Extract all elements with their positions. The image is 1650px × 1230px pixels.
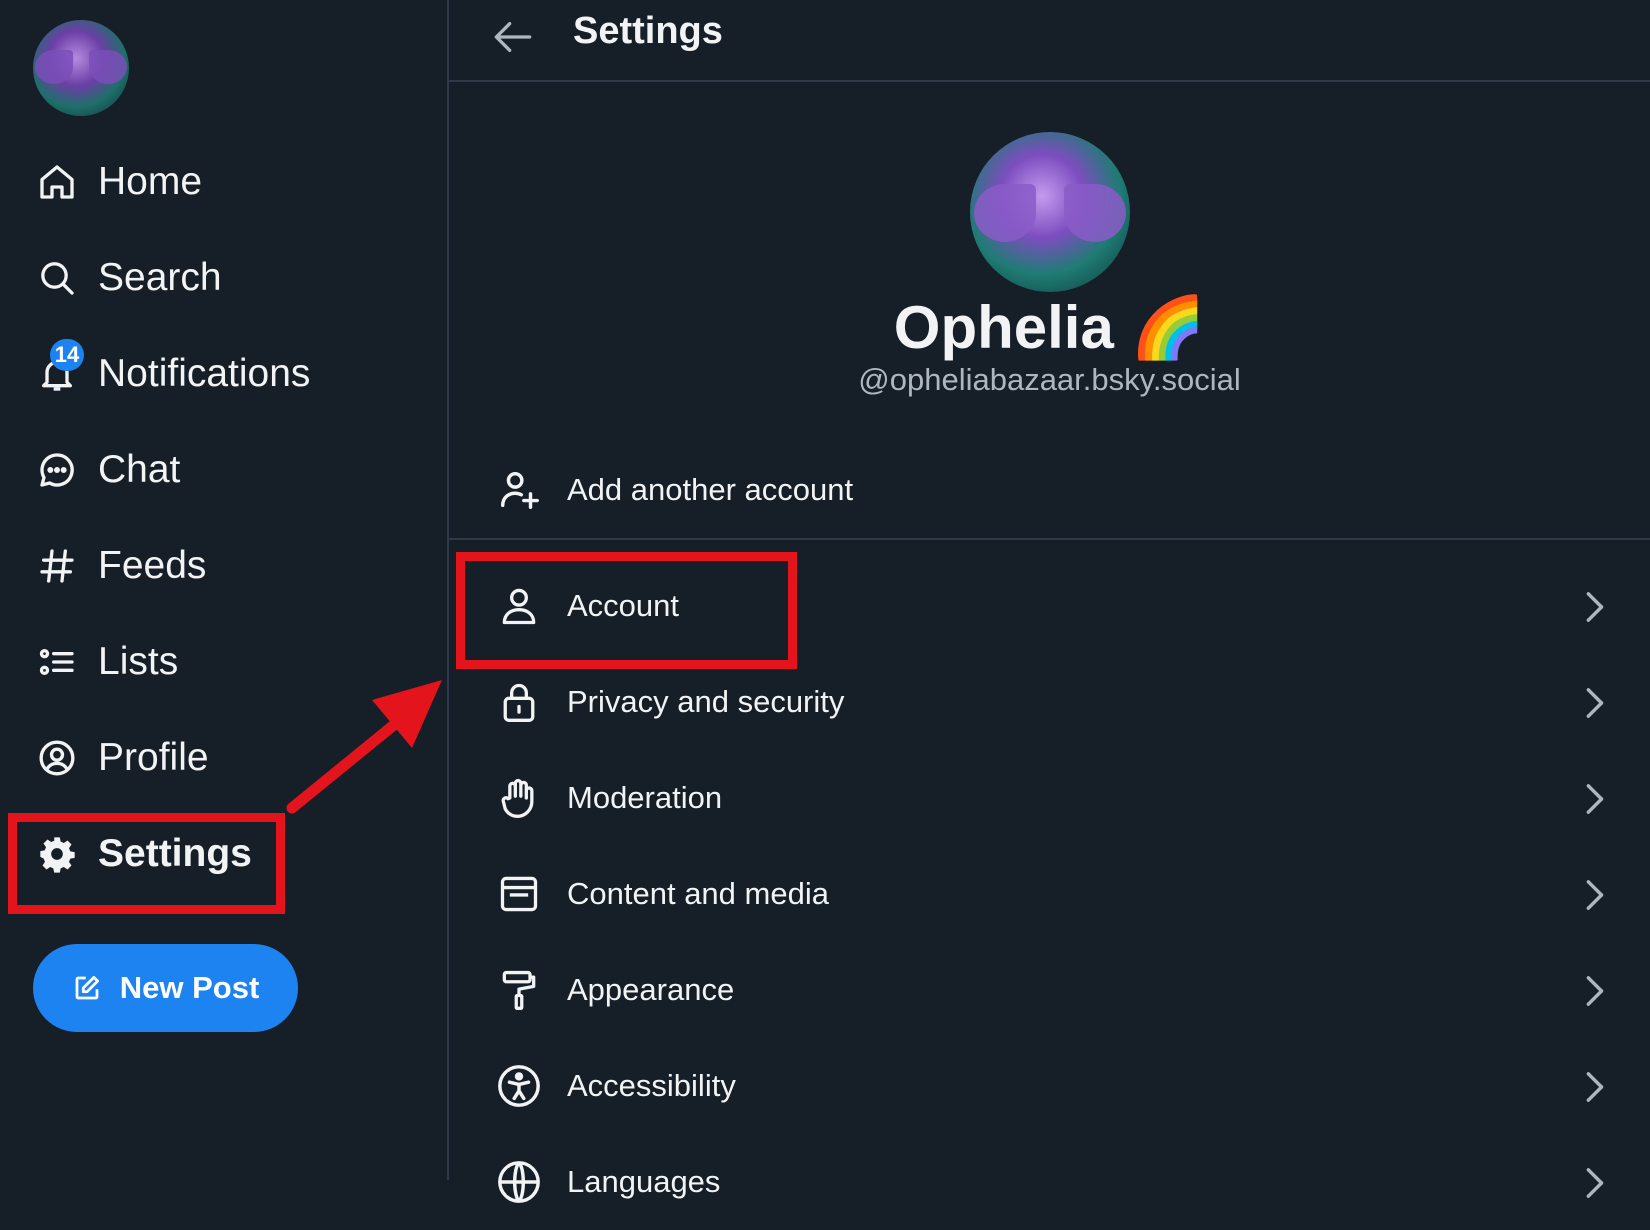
arrow-left-icon bbox=[494, 21, 532, 52]
nav-lists[interactable]: Lists bbox=[36, 632, 178, 692]
list-icon bbox=[36, 641, 78, 683]
globe-icon bbox=[493, 1156, 545, 1208]
chevron-right-icon bbox=[1586, 592, 1604, 622]
nav-search-label: Search bbox=[98, 256, 222, 299]
settings-item-appearance[interactable]: Appearance bbox=[449, 942, 1650, 1038]
edit-icon bbox=[75, 976, 99, 1000]
window-icon bbox=[493, 868, 545, 920]
new-post-button[interactable]: New Post bbox=[33, 944, 298, 1032]
user-avatar[interactable] bbox=[33, 20, 129, 116]
chevron-right-icon bbox=[1586, 1072, 1604, 1102]
settings-item-account[interactable]: Account bbox=[449, 558, 1650, 654]
add-account-button[interactable]: Add another account bbox=[449, 440, 1650, 540]
gear-icon bbox=[36, 833, 78, 875]
page-title: Settings bbox=[573, 10, 723, 52]
back-button[interactable] bbox=[493, 12, 553, 62]
search-icon bbox=[36, 257, 78, 299]
settings-item-content-media[interactable]: Content and media bbox=[449, 846, 1650, 942]
settings-item-privacy[interactable]: Privacy and security bbox=[449, 654, 1650, 750]
nav-home[interactable]: Home bbox=[36, 152, 202, 212]
chevron-right-icon bbox=[1586, 784, 1604, 814]
settings-item-accessibility[interactable]: Accessibility bbox=[449, 1038, 1650, 1134]
nav-search[interactable]: Search bbox=[36, 248, 222, 308]
person-icon bbox=[493, 580, 545, 632]
bell-icon: 14 bbox=[36, 339, 84, 395]
user-circle-icon bbox=[36, 737, 78, 779]
notification-badge: 14 bbox=[50, 339, 84, 371]
nav-feeds-label: Feeds bbox=[98, 544, 207, 587]
nav-notifications[interactable]: 14 Notifications bbox=[36, 339, 311, 404]
nav-settings-label: Settings bbox=[98, 832, 252, 875]
accessibility-icon bbox=[493, 1060, 545, 1112]
chevron-right-icon bbox=[1586, 880, 1604, 910]
home-icon bbox=[36, 161, 78, 203]
nav-lists-label: Lists bbox=[98, 640, 179, 683]
profile-avatar bbox=[970, 132, 1130, 292]
section-divider bbox=[449, 538, 1650, 540]
hash-icon bbox=[36, 545, 78, 587]
nav-notifications-label: Notifications bbox=[98, 352, 311, 395]
nav-feeds[interactable]: Feeds bbox=[36, 536, 206, 596]
profile-handle: @opheliabazaar.bsky.social bbox=[858, 362, 1241, 397]
paint-roller-icon bbox=[493, 964, 545, 1016]
settings-item-moderation[interactable]: Moderation bbox=[449, 750, 1650, 846]
new-post-label: New Post bbox=[119, 970, 260, 1005]
settings-item-label: Content and media bbox=[567, 876, 829, 911]
settings-item-label: Accessibility bbox=[567, 1068, 736, 1103]
chevron-right-icon bbox=[1586, 976, 1604, 1006]
chevron-right-icon bbox=[1586, 688, 1604, 718]
sidebar: Home Search 14 Notifications Chat Feeds … bbox=[0, 0, 447, 1180]
settings-item-label: Languages bbox=[567, 1164, 721, 1199]
profile-name: Ophelia 🌈 bbox=[893, 294, 1206, 361]
chevron-right-icon bbox=[1586, 1168, 1604, 1198]
settings-item-label: Moderation bbox=[567, 780, 723, 815]
chat-icon bbox=[36, 449, 78, 491]
nav-chat[interactable]: Chat bbox=[36, 440, 180, 500]
settings-item-languages[interactable]: Languages bbox=[449, 1134, 1650, 1230]
annotation-arrow bbox=[286, 680, 442, 814]
settings-header: Settings bbox=[449, 0, 1650, 82]
settings-item-label: Account bbox=[567, 588, 680, 623]
nav-profile-label: Profile bbox=[98, 736, 209, 779]
person-add-icon bbox=[493, 464, 545, 516]
lock-icon bbox=[493, 676, 545, 728]
settings-item-label: Appearance bbox=[567, 972, 735, 1007]
nav-home-label: Home bbox=[98, 160, 203, 203]
nav-chat-label: Chat bbox=[98, 448, 181, 491]
nav-profile[interactable]: Profile bbox=[36, 728, 209, 788]
add-account-label: Add another account bbox=[567, 472, 854, 507]
settings-item-label: Privacy and security bbox=[567, 684, 845, 719]
nav-settings[interactable]: Settings bbox=[36, 824, 252, 884]
hand-icon bbox=[493, 772, 545, 824]
